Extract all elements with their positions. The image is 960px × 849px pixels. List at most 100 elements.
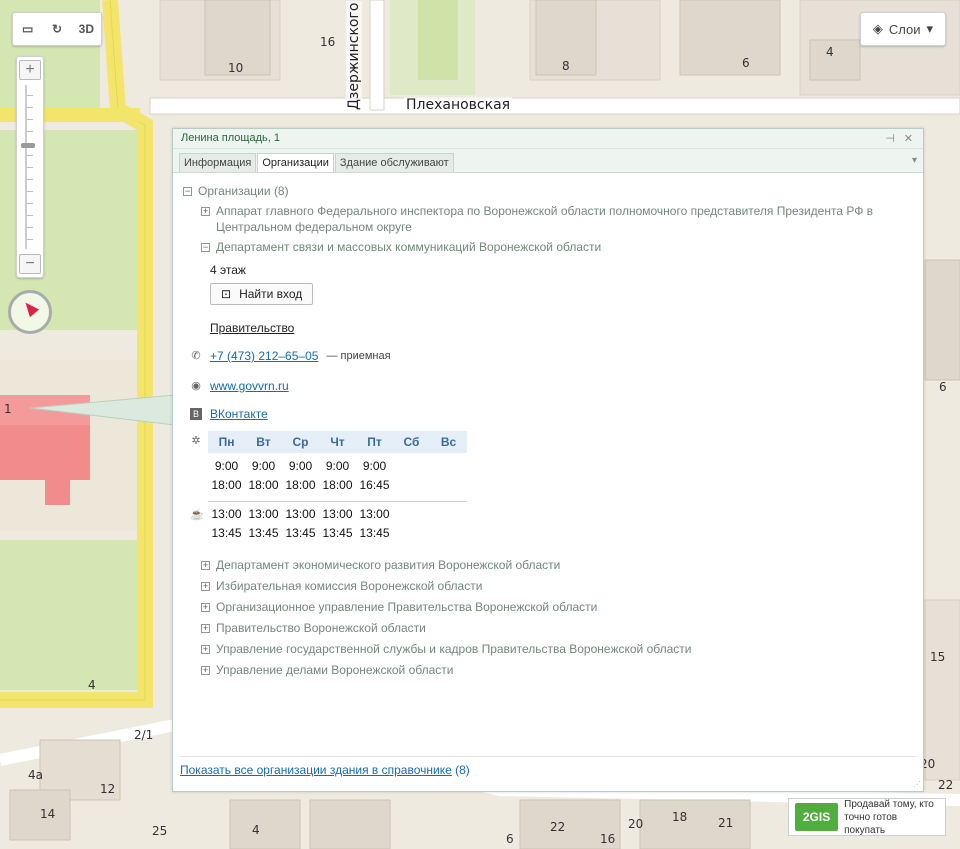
tab-info[interactable]: Информация — [179, 153, 257, 172]
building-number: 12 — [100, 782, 116, 796]
phone-link[interactable]: +7 (473) 212–65–05 — [210, 349, 318, 363]
open-time — [393, 457, 430, 476]
zoom-slider[interactable] — [21, 85, 35, 249]
parent-org-link[interactable]: Правительство — [210, 321, 294, 335]
building-number: 6 — [506, 832, 514, 846]
street-dzerzhinskogo: Дзержинского — [346, 0, 362, 112]
close-time: 18:00 — [211, 478, 242, 492]
break-start: 13:00 — [285, 507, 316, 521]
close-time: 18:00 — [248, 478, 279, 492]
schedule-open: 9:00 9:00 9:00 9:00 9:00 — [208, 457, 467, 476]
2gis-logo: 2GIS — [795, 803, 839, 831]
layers-button[interactable]: ◈ Слои ▾ — [860, 12, 946, 46]
expand-icon[interactable]: + — [201, 561, 210, 570]
orgs-count: (8) — [273, 184, 289, 198]
layers-icon: ◈ — [872, 21, 883, 36]
popup-address: Ленина площадь, 1 — [181, 132, 280, 144]
list-item[interactable]: + Управление государственной службы и ка… — [201, 641, 913, 657]
promo-line-2: точно готов покупать — [844, 811, 898, 836]
phone-note: — приемная — [326, 350, 391, 362]
org-title[interactable]: Аппарат главного Федерального инспектора… — [216, 203, 913, 235]
building-number: 22 — [550, 820, 566, 834]
schedule-days: Пн Вт Ср Чт Пт Сб Вс — [208, 431, 467, 453]
open-time: 9:00 — [325, 459, 350, 473]
org-title[interactable]: Департамент экономического развития Воро… — [216, 557, 560, 573]
zoom-handle[interactable] — [21, 143, 35, 148]
website-link[interactable]: www.govvrn.ru — [210, 379, 289, 393]
list-item[interactable]: + Аппарат главного Федерального инспекто… — [201, 203, 913, 235]
expand-icon[interactable]: + — [201, 603, 210, 612]
schedule-break-end: 13:45 13:45 13:45 13:45 13:45 — [208, 524, 467, 543]
zoom-out-button[interactable]: − — [19, 254, 41, 274]
break-end — [393, 524, 430, 543]
rotate-icon[interactable]: ↻ — [42, 22, 71, 36]
list-item[interactable]: + Управление делами Воронежской области — [201, 662, 913, 678]
compass-icon[interactable] — [8, 290, 52, 334]
clock-icon: ✲ — [191, 435, 201, 447]
close-time: 18:00 — [285, 478, 316, 492]
building-number: 20 — [628, 817, 644, 831]
break-start: 13:00 — [359, 507, 390, 521]
vk-icon: В — [190, 408, 202, 420]
expand-icon[interactable]: + — [201, 207, 210, 216]
pin-icon[interactable]: ⊣ — [885, 132, 895, 145]
website-row: ◉ www.govvrn.ru — [190, 379, 913, 393]
org-title[interactable]: Избирательная комиссия Воронежской облас… — [216, 578, 482, 594]
chevron-down-icon: ▾ — [926, 21, 934, 36]
3d-toggle[interactable]: 3D — [72, 22, 101, 36]
day-header: Чт — [319, 431, 356, 453]
expand-icon[interactable]: + — [201, 624, 210, 633]
building-number: 15 — [930, 650, 946, 664]
list-item[interactable]: + Департамент экономического развития Во… — [201, 557, 913, 573]
break-start: 13:00 — [248, 507, 279, 521]
org-title[interactable]: Управление государственной службы и кадр… — [216, 641, 691, 657]
day-header: Пт — [356, 431, 393, 453]
org-title[interactable]: Организационное управление Правительства… — [216, 599, 597, 615]
find-entrance-button[interactable]: ⊡ Найти вход — [210, 283, 314, 305]
org-title[interactable]: Управление делами Воронежской области — [216, 662, 453, 678]
show-all-orgs-link[interactable]: Показать все организации здания в справо… — [180, 763, 452, 777]
tabs-scroll-icon[interactable]: ▾ — [912, 155, 917, 166]
schedule-break-start: 13:00 13:00 13:00 13:00 13:00 — [208, 505, 467, 524]
list-item[interactable]: + Избирательная комиссия Воронежской обл… — [201, 578, 913, 594]
expand-icon[interactable]: + — [201, 582, 210, 591]
zoom-in-button[interactable]: + — [19, 60, 41, 80]
list-item[interactable]: + Правительство Воронежской области — [201, 620, 913, 636]
list-item[interactable]: + Организационное управление Правительст… — [201, 599, 913, 615]
schedule-close: 18:00 18:00 18:00 18:00 16:45 — [208, 476, 467, 495]
close-icon[interactable]: ✕ — [904, 132, 913, 145]
promo-banner[interactable]: 2GIS Продавай тому, кто точно готов поку… — [788, 798, 946, 836]
open-time: 9:00 — [214, 459, 239, 473]
break-end: 13:45 — [322, 526, 353, 540]
list-item-expanded[interactable]: − Департамент связи и массовых коммуника… — [201, 239, 913, 255]
building-number: 16 — [320, 35, 336, 49]
vk-link[interactable]: ВКонтакте — [210, 407, 268, 421]
open-time: 9:00 — [362, 459, 387, 473]
break-start: 13:00 — [211, 507, 242, 521]
popup-tabs: Информация Организации Здание обслуживают … — [173, 149, 923, 173]
tab-building-services[interactable]: Здание обслуживают — [334, 153, 454, 172]
ruler-icon[interactable]: ▭ — [13, 22, 42, 36]
org-title[interactable]: Правительство Воронежской области — [216, 620, 426, 636]
expand-icon[interactable]: + — [201, 666, 210, 675]
break-start — [393, 505, 430, 524]
collapse-icon[interactable]: − — [183, 187, 192, 196]
open-time — [430, 457, 467, 476]
org-title[interactable]: Департамент связи и массовых коммуникаци… — [216, 239, 601, 255]
building-number: 4 — [826, 45, 834, 59]
phone-icon: ✆ — [191, 350, 201, 362]
close-time — [393, 476, 430, 495]
orgs-header-row: − Организации (8) — [183, 183, 913, 199]
map-view-controls: ▭ ↻ 3D — [12, 12, 102, 46]
collapse-icon[interactable]: − — [201, 243, 210, 252]
building-number: 4 — [88, 678, 96, 692]
open-time: 9:00 — [288, 459, 313, 473]
resize-handle-icon[interactable]: ⋰ — [913, 780, 921, 789]
break-end: 13:45 — [285, 526, 316, 540]
tab-organizations[interactable]: Организации — [257, 153, 334, 172]
break-end: 13:45 — [248, 526, 279, 540]
building-number: 21 — [718, 816, 734, 830]
close-time: 18:00 — [322, 478, 353, 492]
break-start: 13:00 — [322, 507, 353, 521]
expand-icon[interactable]: + — [201, 645, 210, 654]
